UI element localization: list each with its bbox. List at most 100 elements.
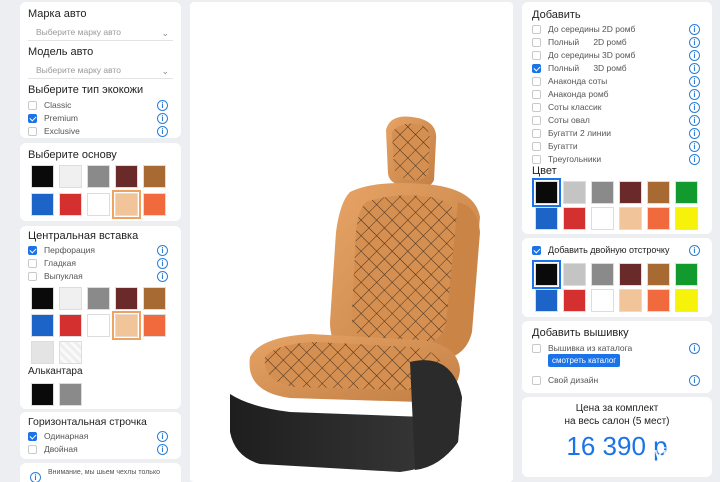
ecoleather-option[interactable]: Premium [28, 112, 78, 124]
color-swatch-burgundy[interactable] [115, 165, 138, 188]
color-swatch-textured-white[interactable] [59, 341, 82, 364]
ecoleather-option[interactable]: Exclusive [28, 125, 80, 137]
color-swatch-yellow[interactable] [675, 207, 698, 230]
color-swatch-blue[interactable] [31, 314, 54, 337]
color-swatch-brown[interactable] [647, 181, 670, 204]
insert-option[interactable]: Перфорация [28, 244, 95, 256]
checkbox[interactable] [532, 154, 541, 164]
color-swatch-black[interactable] [31, 165, 54, 188]
info-icon[interactable]: i [689, 343, 700, 354]
color-swatch-burgundy[interactable] [619, 263, 642, 286]
color-swatch-gray[interactable] [59, 383, 82, 406]
stitch-option[interactable]: Двойная [28, 443, 78, 455]
info-icon[interactable]: i [689, 141, 700, 152]
color-swatch-blue[interactable] [535, 207, 558, 230]
color-swatch-beige[interactable] [619, 207, 642, 230]
color-swatch-black[interactable] [532, 260, 561, 289]
insert-option[interactable]: Гладкая [28, 257, 76, 269]
add-option[interactable]: Треугольники [532, 153, 601, 165]
add-option[interactable]: Анаконда соты [532, 75, 607, 87]
color-swatch-white-2[interactable] [87, 193, 110, 216]
checkbox[interactable] [532, 50, 541, 60]
color-swatch-black[interactable] [31, 287, 54, 310]
add-option[interactable]: До середины 2D ромб [532, 23, 635, 35]
color-swatch-black[interactable] [31, 383, 54, 406]
color-swatch-black[interactable] [532, 178, 561, 207]
color-swatch-gray[interactable] [591, 263, 614, 286]
color-swatch-beige[interactable] [619, 289, 642, 312]
info-icon[interactable]: i [689, 115, 700, 126]
checkbox[interactable] [532, 37, 541, 47]
model-select[interactable]: Выберите марку авто ⌄ [28, 64, 173, 79]
color-swatch-green[interactable] [675, 263, 698, 286]
checkbox[interactable] [532, 343, 541, 353]
color-swatch-orange[interactable] [647, 289, 670, 312]
color-swatch-white[interactable] [591, 207, 614, 230]
color-swatch-light-gray[interactable] [563, 181, 586, 204]
insert-option[interactable]: Выпуклая [28, 270, 83, 282]
info-icon[interactable]: i [689, 154, 700, 165]
checkbox[interactable] [532, 141, 541, 151]
double-stitch-option[interactable]: Добавить двойную отстрочку [532, 244, 669, 256]
info-icon[interactable]: i [689, 24, 700, 35]
info-icon[interactable]: i [157, 113, 168, 124]
add-option[interactable]: Бугатти [532, 140, 578, 152]
checkbox-checked[interactable] [28, 431, 37, 441]
embroidery-catalog-option[interactable]: Вышивка из каталога [532, 342, 632, 354]
color-swatch-beige[interactable] [112, 190, 141, 219]
checkbox[interactable] [28, 126, 37, 136]
info-icon[interactable]: i [689, 245, 700, 256]
view-catalog-button[interactable]: смотреть каталог [548, 354, 621, 367]
color-swatch-yellow[interactable] [675, 289, 698, 312]
color-swatch-green[interactable] [675, 181, 698, 204]
color-swatch-white[interactable] [59, 287, 82, 310]
checkbox[interactable] [532, 115, 541, 125]
add-option[interactable]: До середины 3D ромб [532, 49, 635, 61]
checkbox[interactable] [532, 76, 541, 86]
info-icon[interactable]: i [157, 431, 168, 442]
info-icon[interactable]: i [157, 258, 168, 269]
checkbox[interactable] [532, 375, 541, 385]
color-swatch-red[interactable] [563, 289, 586, 312]
add-option[interactable]: Анаконда ромб [532, 88, 608, 100]
checkbox-checked[interactable] [28, 113, 37, 123]
color-swatch-light-gray[interactable] [563, 263, 586, 286]
color-swatch-orange[interactable] [143, 314, 166, 337]
color-swatch-gray[interactable] [591, 181, 614, 204]
add-option[interactable]: Бугатти 2 линии [532, 127, 611, 139]
color-swatch-red[interactable] [563, 207, 586, 230]
info-icon[interactable]: i [157, 271, 168, 282]
add-option[interactable]: Полный 3D ромб [532, 62, 627, 74]
color-swatch-red[interactable] [59, 193, 82, 216]
checkbox[interactable] [28, 271, 37, 281]
ecoleather-option[interactable]: Classic [28, 99, 71, 111]
info-icon[interactable]: i [689, 89, 700, 100]
info-icon[interactable]: i [689, 50, 700, 61]
stitch-option[interactable]: Одинарная [28, 430, 88, 442]
own-design-option[interactable]: Свой дизайн [532, 374, 598, 386]
color-swatch-burgundy[interactable] [619, 181, 642, 204]
info-icon[interactable]: i [157, 444, 168, 455]
checkbox-checked[interactable] [532, 63, 541, 73]
color-swatch-white[interactable] [59, 165, 82, 188]
checkbox-checked[interactable] [28, 245, 37, 255]
color-swatch-red[interactable] [59, 314, 82, 337]
checkbox[interactable] [532, 89, 541, 99]
info-icon[interactable]: i [157, 245, 168, 256]
checkbox[interactable] [28, 444, 37, 454]
checkbox[interactable] [532, 102, 541, 112]
checkbox[interactable] [532, 128, 541, 138]
info-icon[interactable]: i [689, 76, 700, 87]
info-icon[interactable]: i [157, 100, 168, 111]
brand-select[interactable]: Выберите марку авто ⌄ [28, 26, 173, 41]
color-swatch-gray[interactable] [87, 165, 110, 188]
add-option[interactable]: Полный 2D ромб [532, 36, 627, 48]
color-swatch-burgundy[interactable] [115, 287, 138, 310]
info-icon[interactable]: i [689, 63, 700, 74]
info-icon[interactable]: i [689, 37, 700, 48]
add-option[interactable]: Соты овал [532, 114, 590, 126]
info-icon[interactable]: i [157, 126, 168, 137]
info-icon[interactable]: i [689, 102, 700, 113]
color-swatch-brown[interactable] [647, 263, 670, 286]
color-swatch-blue[interactable] [535, 289, 558, 312]
